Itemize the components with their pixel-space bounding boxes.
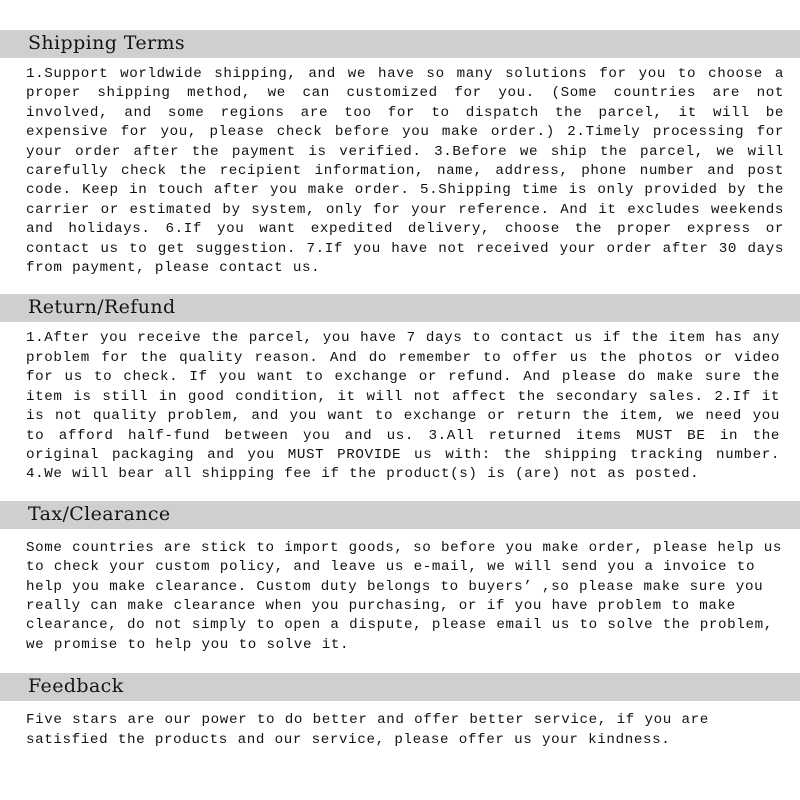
- section-text-return-refund: 1.After you receive the parcel, you have…: [26, 330, 780, 483]
- section-body-return-refund: 1.After you receive the parcel, you have…: [0, 322, 800, 484]
- section-body-feedback: Five stars are our power to do better an…: [0, 701, 800, 750]
- section-header-return-refund: Return/Refund: [0, 294, 800, 323]
- section-body-shipping-terms: 1.Support worldwide shipping, and we hav…: [0, 58, 800, 278]
- policy-document-page: Shipping Terms 1.Support worldwide shipp…: [0, 0, 800, 800]
- section-title-feedback: Feedback: [28, 675, 124, 698]
- section-header-shipping-terms: Shipping Terms: [0, 30, 800, 58]
- section-feedback: Feedback Five stars are our power to do …: [0, 673, 800, 750]
- section-body-tax-clearance: Some countries are stick to import goods…: [0, 529, 800, 655]
- section-text-shipping-terms: 1.Support worldwide shipping, and we hav…: [26, 66, 784, 277]
- section-text-feedback: Five stars are our power to do better an…: [26, 712, 709, 748]
- section-text-tax-clearance: Some countries are stick to import goods…: [26, 539, 782, 653]
- section-shipping-terms: Shipping Terms 1.Support worldwide shipp…: [0, 30, 800, 278]
- section-title-return-refund: Return/Refund: [28, 296, 176, 319]
- section-title-tax-clearance: Tax/Clearance: [28, 502, 171, 525]
- section-return-refund: Return/Refund 1.After you receive the pa…: [0, 294, 800, 484]
- section-title-shipping-terms: Shipping Terms: [28, 32, 186, 54]
- section-tax-clearance: Tax/Clearance Some countries are stick t…: [0, 500, 800, 655]
- section-header-tax-clearance: Tax/Clearance: [0, 500, 800, 529]
- section-header-feedback: Feedback: [0, 673, 800, 702]
